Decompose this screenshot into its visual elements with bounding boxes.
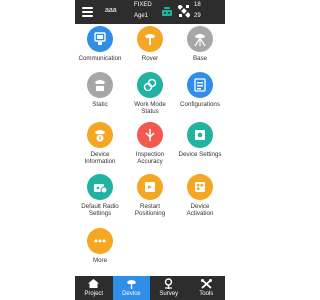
satellites-used: 18	[194, 2, 201, 8]
menu-item-device-activation[interactable]: Device Activation	[175, 174, 225, 218]
menu-item-restart-positioning[interactable]: Restart Positioning	[125, 174, 175, 218]
menu-item-work-mode-status[interactable]: Work Mode Status	[125, 72, 175, 116]
nav-project[interactable]: Project	[75, 276, 113, 300]
work-mode-icon	[137, 72, 163, 98]
satellites-visible: 29	[194, 13, 201, 19]
survey-icon	[165, 278, 173, 289]
menu-item-label: Work Mode Status	[134, 101, 166, 116]
rover-icon	[137, 26, 163, 52]
activation-icon	[187, 174, 213, 200]
bottom-navigation: Project Device Survey Tools	[75, 276, 225, 300]
satellite-icon[interactable]	[178, 5, 190, 18]
more-icon	[87, 228, 113, 254]
radio-settings-icon	[87, 174, 113, 200]
menu-item-more[interactable]: More	[75, 228, 125, 264]
nav-tools[interactable]: Tools	[188, 276, 226, 300]
menu-item-label: Inspection Accuracy	[135, 151, 165, 166]
nav-device[interactable]: Device	[112, 276, 150, 300]
menu-item-label: More	[92, 257, 108, 264]
menu-item-inspection-accuracy[interactable]: Inspection Accuracy	[125, 122, 175, 166]
menu-item-configurations[interactable]: Configurations	[175, 72, 225, 108]
menu-item-label: Restart Positioning	[134, 203, 166, 218]
tools-icon	[200, 279, 212, 289]
device-settings-icon	[187, 122, 213, 148]
solution-status: FIXED	[134, 2, 152, 8]
menu-item-default-radio-settings[interactable]: Default Radio Settings	[75, 174, 125, 218]
menu-item-device-information[interactable]: Device Information	[75, 122, 125, 166]
radio-icon[interactable]	[161, 5, 173, 17]
menu-item-communication[interactable]: Communication	[75, 26, 125, 62]
device-icon	[126, 280, 136, 289]
nav-label: Tools	[199, 291, 214, 297]
menu-item-label: Device Information	[84, 151, 116, 166]
menu-item-rover[interactable]: Rover	[125, 26, 175, 62]
nav-label: Survey	[159, 291, 179, 297]
menu-item-label: Rover	[141, 55, 159, 62]
base-icon	[187, 26, 213, 52]
home-icon	[88, 279, 100, 288]
menu-item-label: Configurations	[180, 101, 220, 108]
menu-item-label: Device Activation	[186, 203, 214, 218]
menu-icon[interactable]	[82, 7, 93, 17]
correction-age: Age1	[134, 13, 149, 19]
status-bar: aaa FIXED Age1 18 29	[75, 0, 225, 24]
menu-item-label: Base	[192, 55, 208, 62]
restart-icon	[137, 174, 163, 200]
inspection-icon	[137, 122, 163, 148]
menu-item-label: Communication	[78, 55, 122, 62]
device-screen: aaa FIXED Age1 18 29 Communication Rover…	[75, 0, 225, 300]
project-name: aaa	[105, 7, 117, 14]
nav-label: Project	[84, 291, 104, 297]
device-info-icon	[87, 122, 113, 148]
nav-label: Device	[122, 291, 141, 297]
menu-item-static[interactable]: Static	[75, 72, 125, 108]
menu-item-base[interactable]: Base	[175, 26, 225, 62]
communication-icon	[87, 26, 113, 52]
menu-item-device-settings[interactable]: Device Settings	[175, 122, 225, 158]
menu-item-label: Default Radio Settings	[81, 203, 119, 218]
configurations-icon	[187, 72, 213, 98]
menu-item-label: Device Settings	[178, 151, 222, 158]
static-icon	[87, 72, 113, 98]
menu-item-label: Static	[92, 101, 108, 108]
nav-survey[interactable]: Survey	[150, 276, 188, 300]
